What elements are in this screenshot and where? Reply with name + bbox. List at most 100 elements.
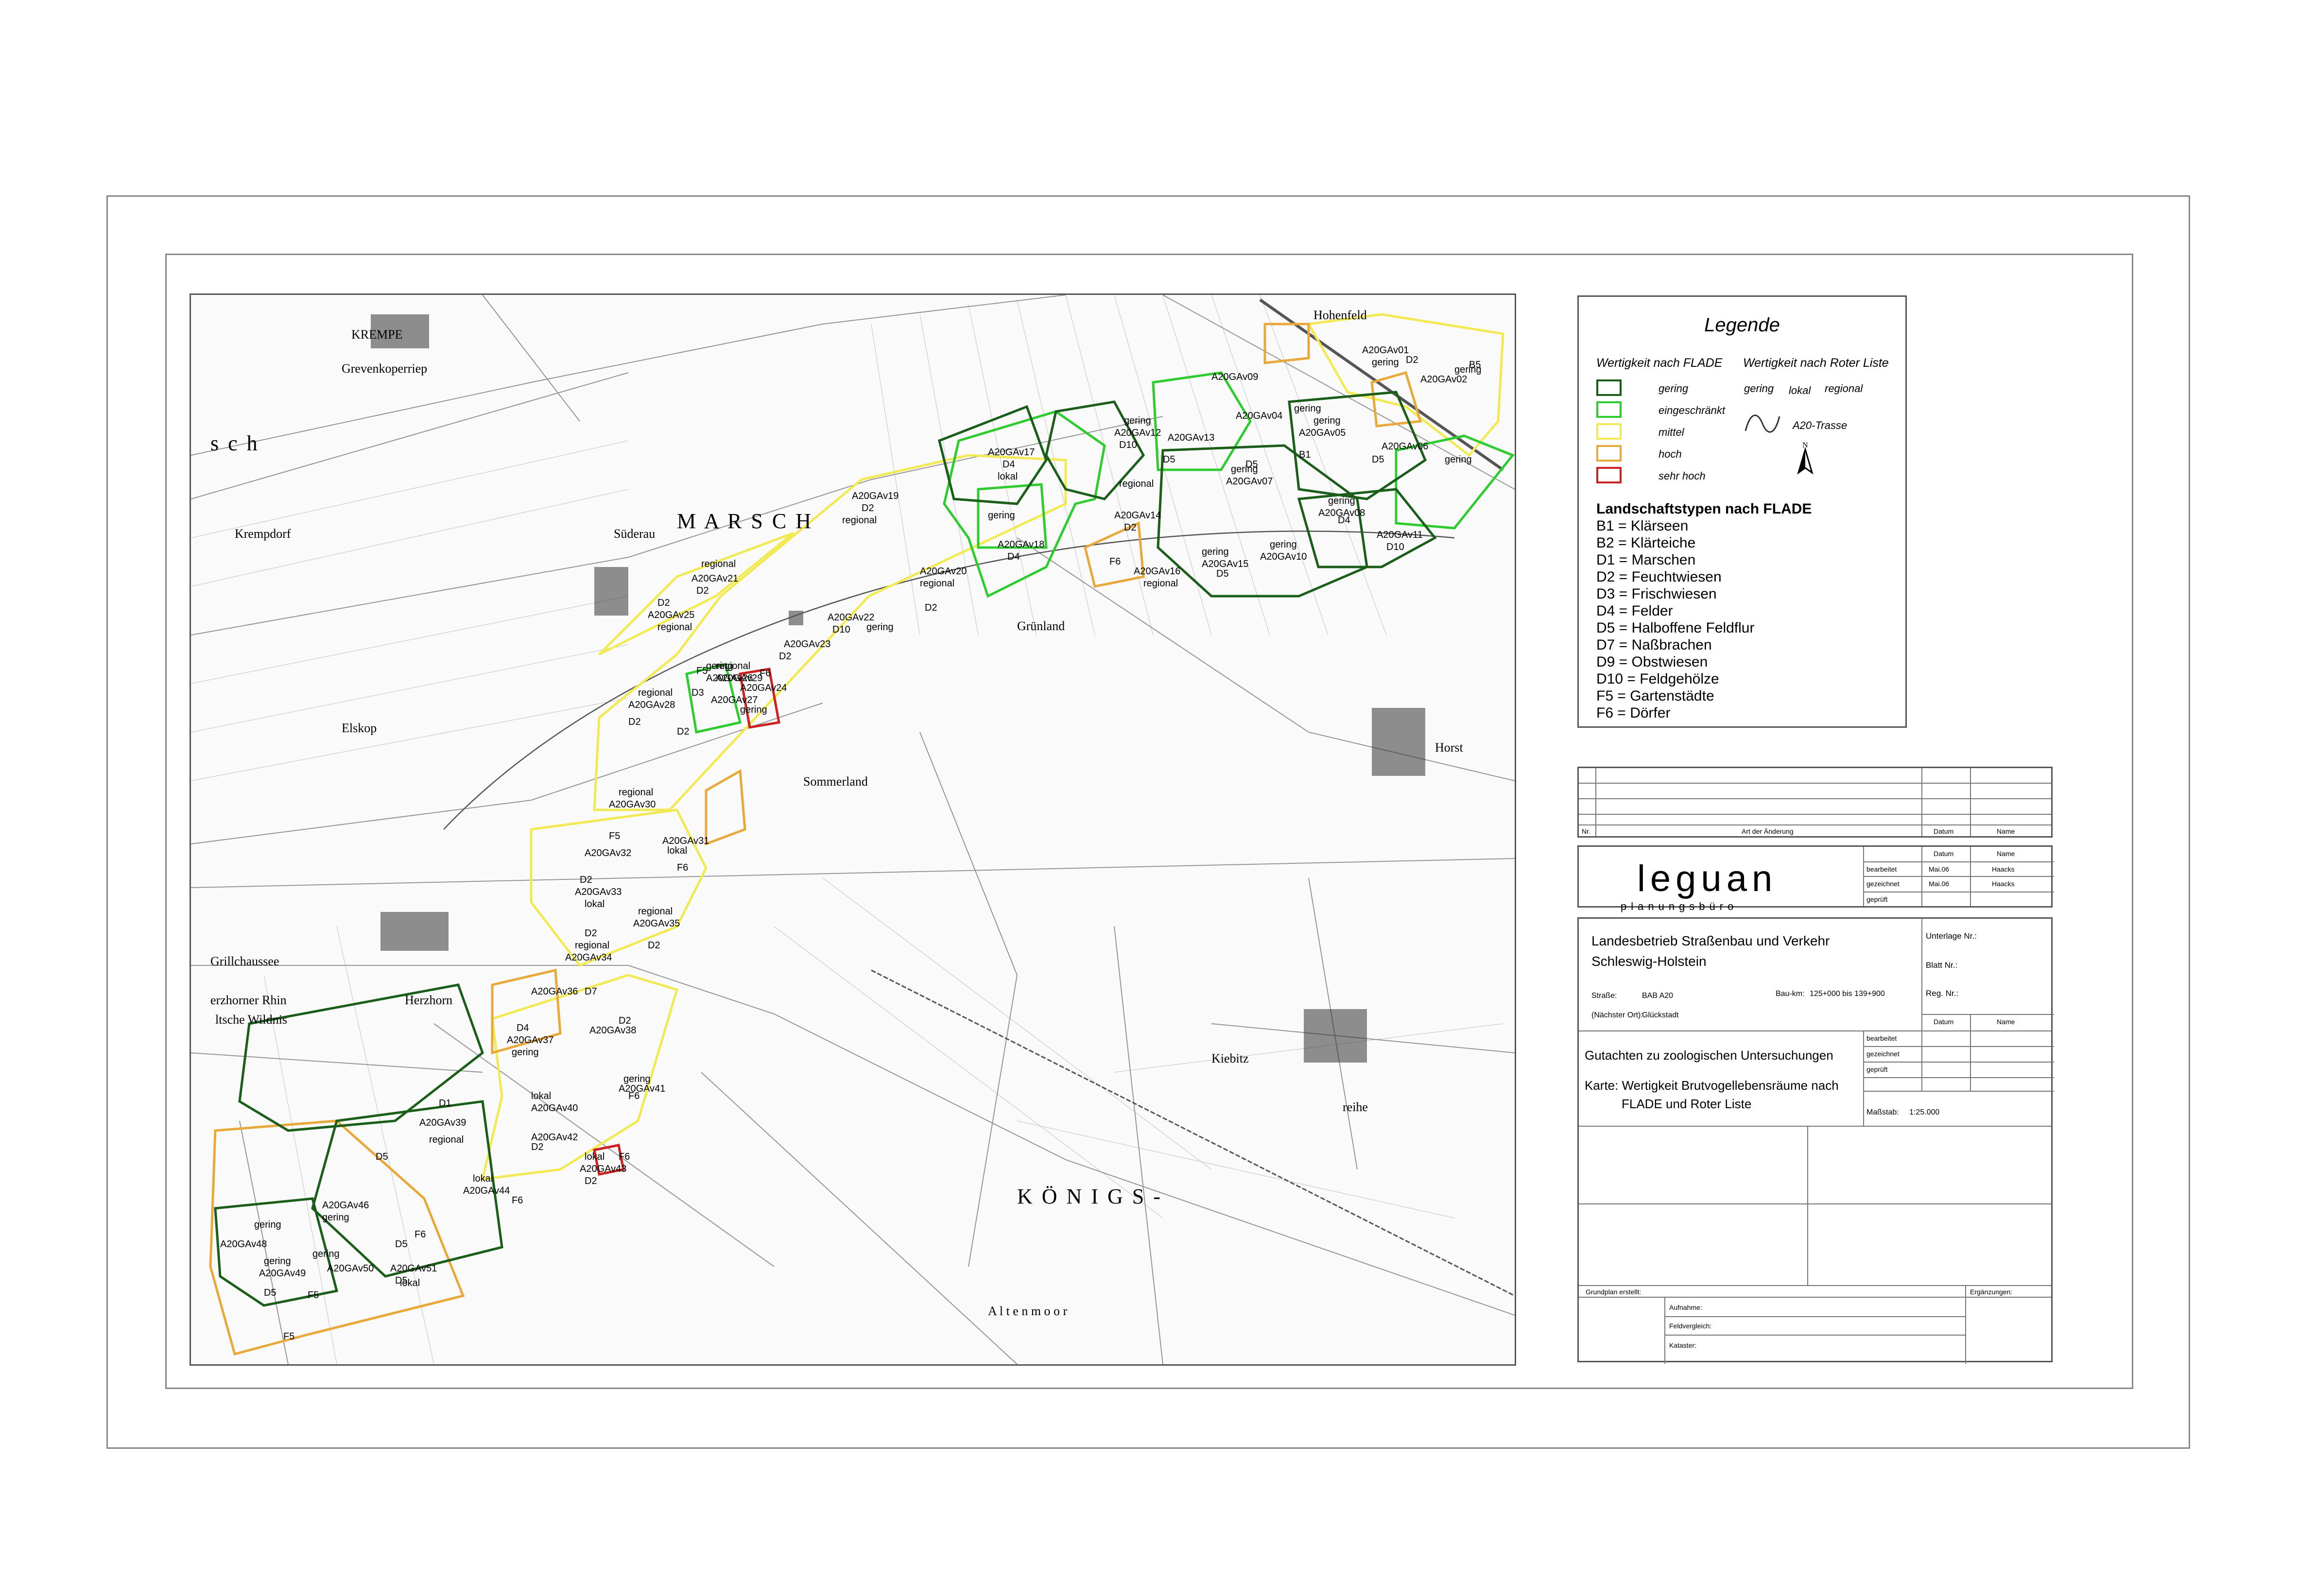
topo-lines	[191, 295, 1515, 1364]
ort-label: (Nächster Ort):	[1591, 1011, 1643, 1019]
type-code: D4	[1007, 551, 1020, 562]
logo-row-name: Haacks	[1992, 880, 2015, 888]
area-label: lokal	[585, 899, 605, 910]
area-label: A20GAv01	[1362, 345, 1409, 356]
place-herzhorn: Herzhorn	[405, 993, 452, 1007]
area-label: A20GAv12	[1114, 428, 1161, 438]
legend-label: sehr hoch	[1659, 470, 1706, 482]
area-label: A20GAv41	[619, 1083, 665, 1094]
type-code: D2	[648, 940, 660, 951]
place-gruenland: Grünland	[1017, 619, 1065, 633]
place-marsch: M A R S C H	[677, 509, 813, 533]
area-label: A20GAv14	[1114, 510, 1161, 521]
aufnahme-label: Aufnahme:	[1669, 1304, 1702, 1311]
area-label: regional	[716, 661, 750, 671]
area-label: lokal	[667, 845, 687, 856]
landscape-types-title: Landschaftstypen nach FLADE	[1596, 501, 1812, 517]
legend-title: Legende	[1704, 314, 1780, 336]
place-altenmoor: A l t e n m o o r	[988, 1304, 1068, 1318]
type-code: F6	[512, 1195, 523, 1206]
type-code: D5	[264, 1287, 276, 1298]
type-code: F5	[283, 1331, 294, 1342]
legend-swatch	[1596, 401, 1622, 418]
landscape-type: D7 = Naßbrachen	[1596, 637, 1712, 653]
legend-swatch	[1596, 379, 1622, 396]
area-label: gering	[312, 1249, 340, 1259]
sign-label: gezeichnet	[1866, 1050, 1900, 1058]
area-label: lokal	[473, 1173, 493, 1184]
type-code: D5	[376, 1151, 388, 1162]
type-code: D5	[395, 1275, 408, 1286]
area-label: A20GAv39	[419, 1117, 466, 1128]
area-label: A20GAv15	[1202, 559, 1248, 569]
area-label: A20GAv09	[1211, 372, 1258, 382]
type-code: D10	[1119, 440, 1137, 450]
landscape-type: F5 = Gartenstädte	[1596, 688, 1714, 704]
area-label: A20GAv46	[322, 1200, 369, 1211]
type-code: D10	[832, 624, 850, 635]
area-label: A20GAv27	[711, 695, 758, 705]
legend-swatch	[1596, 467, 1622, 483]
logo-row-label: geprüft	[1866, 895, 1888, 903]
type-code: D4	[1338, 515, 1350, 526]
area-label: gering	[1202, 547, 1229, 557]
type-code: D5	[1216, 568, 1229, 579]
area-label: regional	[429, 1134, 464, 1145]
area-label: gering	[1294, 403, 1321, 414]
legend-row-gering: gering	[1596, 379, 1742, 399]
place-herzhorner-rhin: erzhorner Rhin	[210, 993, 287, 1007]
legend-label: hoch	[1659, 448, 1682, 460]
roter-liste-gering: gering	[1744, 382, 1774, 395]
roter-liste-lokal: lokal	[1789, 384, 1811, 396]
type-code: D3	[691, 687, 704, 698]
area-label: A20GAv28	[628, 700, 675, 710]
legend-row-mittel: mittel	[1596, 423, 1742, 443]
change-nr-header: Nr.	[1582, 827, 1590, 835]
strasse-label: Straße:	[1591, 992, 1617, 1000]
type-code: D2	[1124, 522, 1137, 533]
area-label: A20GAv29	[716, 673, 762, 684]
type-code: F5	[609, 831, 620, 841]
type-code: D2	[531, 1142, 544, 1152]
place-grevenkoperriep: Grevenkoperriep	[342, 361, 427, 376]
trasse-symbol-icon	[1745, 414, 1780, 433]
area-label: A20GAv06	[1382, 441, 1428, 452]
place-sommerland: Sommerland	[803, 774, 868, 789]
area-label: A20GAv20	[920, 566, 967, 577]
title-name-header: Name	[1997, 1018, 2015, 1026]
area-label: regional	[920, 578, 954, 589]
area-label: A20GAv48	[220, 1239, 267, 1250]
type-code: D2	[779, 651, 792, 662]
landscape-type: D9 = Obstwiesen	[1596, 654, 1708, 670]
place-wildnis: ltsche Wildnis	[215, 1013, 287, 1027]
title-block: Landesbetrieb Straßenbau und Verkehr Sch…	[1577, 917, 2054, 1364]
area-label: A20GAv18	[998, 539, 1044, 550]
place-krempe: KREMPE	[351, 327, 402, 342]
type-code: D5	[1245, 459, 1258, 470]
type-code: D2	[862, 503, 874, 514]
logo-row-label: bearbeitet	[1866, 865, 1897, 873]
area-label: gering	[1313, 415, 1341, 426]
area-label: regional	[638, 906, 673, 917]
north-arrow-icon: N	[1797, 441, 1814, 475]
type-code: F6	[628, 1091, 639, 1101]
place-suederau: Süderau	[614, 527, 655, 541]
area-label: A20GAv10	[1260, 551, 1307, 562]
area-label: gering	[254, 1219, 281, 1230]
area-label: A20GAv33	[575, 887, 622, 897]
type-code: D4	[517, 1023, 529, 1033]
settlements	[371, 314, 1425, 1063]
landscape-type: D1 = Marschen	[1596, 552, 1696, 568]
area-label: A20GAv35	[633, 918, 680, 929]
area-label: A20GAv25	[648, 610, 694, 620]
area-label: lokal	[531, 1091, 551, 1101]
place-grillchaussee: Grillchaussee	[210, 954, 279, 968]
area-label: A20GAv43	[580, 1164, 626, 1174]
type-code: D2	[657, 598, 670, 608]
place-krempdorf: Krempdorf	[235, 527, 291, 541]
area-label: regional	[619, 787, 653, 798]
massstab-label: Maßstab:	[1866, 1108, 1899, 1116]
type-code: D4	[1002, 459, 1015, 470]
legend-trasse-label: A20-Trasse	[1793, 419, 1848, 431]
baukm-label: Bau-km:	[1776, 990, 1805, 998]
